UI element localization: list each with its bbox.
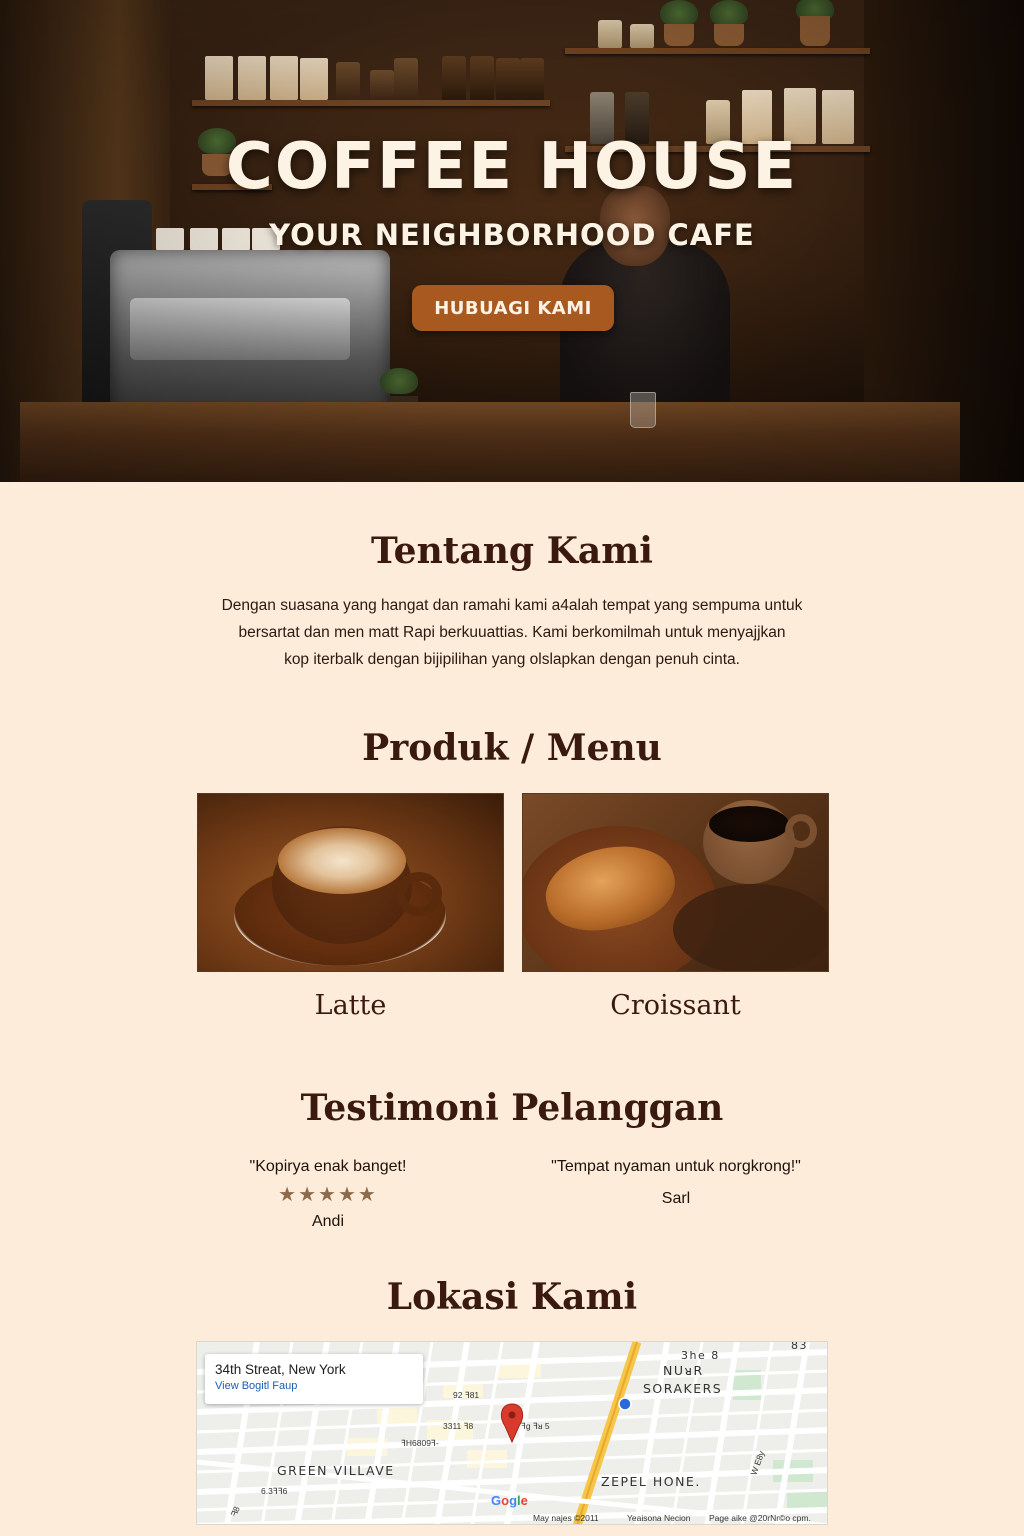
testimonial-author: Sarl	[661, 1190, 691, 1207]
map-address: 34th Streat, New York	[215, 1362, 346, 1377]
map-footer-copyright: May najes ©2011	[533, 1513, 599, 1523]
product-name: Latte	[314, 990, 387, 1021]
map-view-link[interactable]: View Bogitl Faup	[215, 1380, 413, 1392]
hero-title: COFFEE HOUSE	[225, 130, 799, 204]
cup-handle	[396, 872, 442, 916]
about-title: Tentang Kami	[371, 530, 653, 572]
about-line: kop iterbalk dengan bijipilihan yang ols…	[284, 651, 740, 668]
menu-title: Produk / Menu	[362, 727, 662, 769]
product-name: Croissant	[610, 990, 741, 1021]
testimonial-card: "Tempat nyaman untuk norgkrong!" Sarl	[516, 1158, 836, 1208]
map-info-card[interactable]: 34th Streat, New York View Bogitl Faup	[205, 1354, 423, 1404]
star-rating-icon: ★★★★★	[278, 1184, 378, 1206]
contact-button[interactable]: HUBUAGI KAMI	[412, 285, 614, 331]
map-footer-report[interactable]: Page aike @20rNr©o cpm.	[709, 1513, 811, 1523]
about-text: Dengan suasana yang hangat dan ramahi ka…	[200, 592, 824, 673]
google-logo: Gogle	[491, 1493, 528, 1508]
map-label: 83	[791, 1341, 808, 1352]
about-line: bersartat dan men matt Rapi berkuuattias…	[238, 624, 786, 641]
location-map[interactable]: 34th Streat, New York View Bogitl Faup N…	[196, 1341, 828, 1525]
croissant-image	[522, 793, 829, 972]
map-label: ZEPEL HONE.	[601, 1474, 701, 1489]
testimonial-card: "Kopirya enak banget! ★★★★★ Andi	[168, 1158, 488, 1231]
coffee	[709, 806, 789, 842]
testimonial-quote: "Tempat nyaman untuk norgkrong!"	[551, 1158, 801, 1175]
tray	[673, 884, 828, 971]
map-street-label: 3311 ꟻ8	[443, 1421, 474, 1431]
testimonials-title: Testimoni Pelanggan	[300, 1087, 724, 1129]
map-street-label: ꟻH6809ꟻ-	[401, 1438, 439, 1448]
testimonial-author: Andi	[311, 1213, 345, 1230]
location-title: Lokasi Kami	[386, 1276, 638, 1318]
testimonial-quote: "Kopirya enak banget!	[249, 1158, 407, 1175]
map-street-label: ꟻg ꟻᴚ 5	[521, 1421, 550, 1431]
map-street-label: 6.3ꟻꟻ6	[261, 1486, 288, 1496]
map-label: SORAKERS	[643, 1381, 723, 1396]
map-label: 3he 8	[681, 1349, 720, 1362]
map-street-label: 92 ꟻ81	[453, 1390, 480, 1400]
latte-art	[278, 828, 406, 894]
hero-subtitle: YOUR NEIGHBORHOOD CAFE	[269, 218, 755, 252]
hero-banner: COFFEE HOUSE YOUR NEIGHBORHOOD CAFE HUBU…	[0, 0, 1024, 482]
product-card-latte[interactable]: Latte	[197, 793, 504, 1021]
about-line: Dengan suasana yang hangat dan ramahi ka…	[221, 597, 803, 614]
product-card-croissant[interactable]: Croissant	[522, 793, 829, 1021]
map-footer-terms[interactable]: Yeaisona Necion	[627, 1513, 690, 1523]
map-label: NUᴚR	[663, 1363, 704, 1378]
map-label: GREEN VILLAVE	[277, 1463, 395, 1478]
cup-handle	[785, 814, 817, 848]
latte-image	[197, 793, 504, 972]
